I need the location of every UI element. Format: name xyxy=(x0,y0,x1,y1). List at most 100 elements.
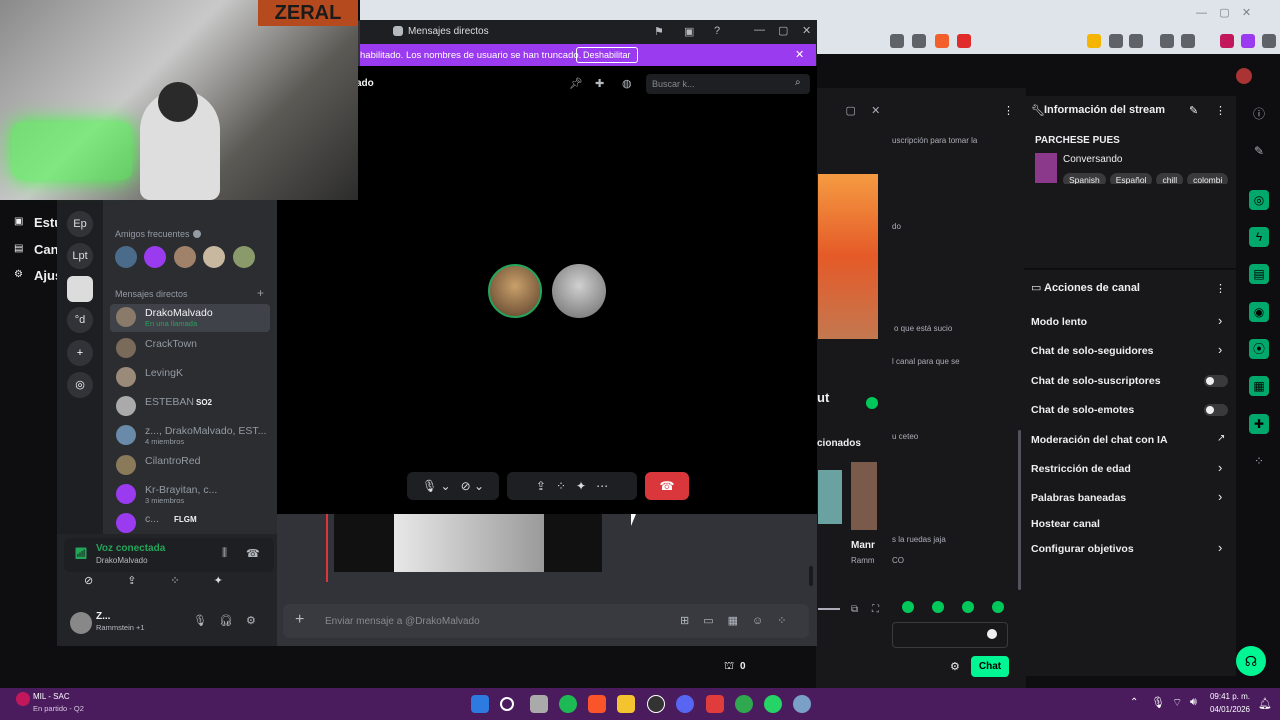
close-icon[interactable]: ✕ xyxy=(795,48,804,61)
broadcast-icon[interactable]: ⦿ xyxy=(1249,339,1269,359)
action-slow-mode[interactable]: Modo lento xyxy=(1031,316,1087,328)
dm-item[interactable]: CrackTown xyxy=(110,335,270,361)
extension-icon[interactable] xyxy=(1129,34,1143,48)
support-icon[interactable]: ☊ xyxy=(1236,646,1266,676)
warning-icon[interactable] xyxy=(957,34,971,48)
dm-item[interactable]: z..., DrakoMalvado, EST... 4 miembros xyxy=(110,422,270,450)
chevron-right-icon[interactable]: › xyxy=(1218,489,1222,504)
headphones-icon[interactable]: 🎧︎ xyxy=(219,614,233,627)
scrollbar[interactable] xyxy=(809,566,813,586)
hangup-button[interactable]: ☎ xyxy=(645,472,689,500)
windows-start-icon[interactable] xyxy=(471,695,489,713)
server-lpt[interactable]: Lpt xyxy=(67,243,93,269)
message-input[interactable]: Enviar mensaje a @DrakoMalvado xyxy=(325,616,480,627)
chevron-right-icon[interactable]: › xyxy=(1218,460,1222,475)
chat-bubble-icon[interactable]: ◉ xyxy=(1249,302,1269,322)
friend-avatar[interactable] xyxy=(174,246,196,268)
edit-icon[interactable]: ✎ xyxy=(1189,104,1198,117)
info-icon[interactable]: ⓘ xyxy=(1249,104,1269,124)
action-goals[interactable]: Configurar objetivos xyxy=(1031,543,1134,555)
friend-avatar[interactable] xyxy=(233,246,255,268)
folder-icon[interactable] xyxy=(617,695,635,713)
volume-icon[interactable]: 🔊︎ xyxy=(1190,696,1197,709)
search-input[interactable]: Buscar k... xyxy=(646,74,810,94)
vpn-icon[interactable] xyxy=(1220,34,1234,48)
more-icon[interactable]: ⋮ xyxy=(1003,104,1014,117)
soundwave-icon[interactable]: ⫼ xyxy=(222,547,227,560)
chevron-up-icon[interactable]: ⌃ xyxy=(1130,697,1138,708)
info-icon[interactable] xyxy=(193,230,201,238)
microphone-icon[interactable]: 🎙︎ xyxy=(1151,696,1165,709)
mic-button[interactable]: 🎙︎ ⌄ ⊘ ⌄ xyxy=(407,472,499,500)
subscribers-only-toggle[interactable] xyxy=(1204,375,1228,387)
category-name[interactable]: Conversando xyxy=(1063,154,1122,165)
emote-icon[interactable] xyxy=(902,601,914,613)
settings-icon[interactable] xyxy=(793,695,811,713)
queue-icon[interactable]: ▦ xyxy=(1249,376,1269,396)
dm-item[interactable]: DrakoMalvado En una llamada xyxy=(110,304,270,332)
bolt-icon[interactable]: ϟ xyxy=(1249,227,1269,247)
clock-date[interactable]: 04/01/2026 xyxy=(1206,705,1250,714)
wrench-icon[interactable]: ✚ xyxy=(1249,414,1269,434)
emote-icon[interactable] xyxy=(932,601,944,613)
tag[interactable]: Español xyxy=(1109,173,1153,184)
plus-icon[interactable]: + xyxy=(295,611,304,629)
dm-item[interactable]: ESTEBAN SO2 xyxy=(110,393,270,419)
clip-icon[interactable]: ◎ xyxy=(1249,190,1269,210)
weather-icon[interactable] xyxy=(16,692,30,706)
minimize-icon[interactable]: — xyxy=(754,24,765,36)
settings-icon[interactable]: ⚙ xyxy=(950,660,960,673)
disconnect-icon[interactable]: ☎ xyxy=(246,547,260,560)
action-host-channel[interactable]: Hostear canal xyxy=(1031,518,1100,530)
more-icon[interactable]: ⋮ xyxy=(1215,282,1226,295)
discover-icon[interactable]: ◎ xyxy=(67,372,93,398)
dm-item[interactable]: LevingK xyxy=(110,364,270,390)
tag[interactable]: chill xyxy=(1156,173,1184,184)
voice-actions[interactable]: ⊘⇪⁘✦ xyxy=(64,574,274,596)
xbox-icon[interactable] xyxy=(735,695,753,713)
menu-icon[interactable] xyxy=(1262,34,1276,48)
pin-icon[interactable]: 📌︎ xyxy=(569,77,583,90)
disable-button[interactable]: Deshabilitar xyxy=(576,47,638,63)
composer-icons[interactable]: ⊞▭▦☺⁘ xyxy=(680,614,800,627)
friend-avatar[interactable] xyxy=(203,246,225,268)
new-dm-icon[interactable]: + xyxy=(257,286,264,300)
brave-icon[interactable] xyxy=(588,695,606,713)
chevron-right-icon[interactable]: › xyxy=(1218,342,1222,357)
profile-icon[interactable]: ◍ xyxy=(622,77,632,90)
emote-icon[interactable] xyxy=(992,601,1004,613)
more-icon[interactable]: ⋮ xyxy=(1215,104,1226,117)
action-ai-moderation[interactable]: Moderación del chat con IA xyxy=(1031,434,1168,446)
chevron-right-icon[interactable]: › xyxy=(1218,540,1222,555)
chat-send-button[interactable]: Chat xyxy=(971,656,1009,677)
action-age-restriction[interactable]: Restricción de edad xyxy=(1031,463,1131,475)
scrollbar[interactable] xyxy=(1018,430,1021,590)
server-d[interactable]: °d xyxy=(67,307,93,333)
tag[interactable]: colombi xyxy=(1187,173,1229,184)
wallet-icon[interactable] xyxy=(1181,34,1195,48)
voice-channel[interactable]: DrakoMalvado xyxy=(96,556,148,565)
server-avatar[interactable] xyxy=(67,276,93,302)
note-icon[interactable]: ▤ xyxy=(1249,264,1269,284)
dm-item[interactable]: CilantroRed xyxy=(110,452,270,478)
tag[interactable]: Spanish xyxy=(1063,173,1106,184)
spotify-icon[interactable] xyxy=(559,695,577,713)
wifi-icon[interactable]: ⌔ xyxy=(1172,696,1182,710)
task-view-icon[interactable] xyxy=(530,695,548,713)
action-banned-words[interactable]: Palabras baneadas xyxy=(1031,492,1126,504)
fullscreen-icon[interactable]: ⛶ xyxy=(872,604,879,615)
whatsapp-icon[interactable] xyxy=(764,695,782,713)
avatar[interactable] xyxy=(70,612,92,634)
call-actions[interactable]: ⇪ ⁘ ✦ ⋯ xyxy=(507,472,637,500)
nav-item-canal[interactable]: Can xyxy=(34,242,59,257)
server-ep[interactable]: Ep xyxy=(67,211,93,237)
discord-icon[interactable] xyxy=(676,695,694,713)
sidebar-icon[interactable] xyxy=(1160,34,1174,48)
emotes-only-toggle[interactable] xyxy=(1204,404,1228,416)
settings-icon[interactable]: ⚙ xyxy=(246,614,256,627)
close-icon[interactable]: ✕ xyxy=(802,24,811,37)
help-icon[interactable]: ? xyxy=(714,25,720,37)
participant-avatar[interactable] xyxy=(488,264,542,318)
emote-icon[interactable] xyxy=(962,601,974,613)
window-controls[interactable]: — ▢ ✕ xyxy=(1196,6,1272,20)
